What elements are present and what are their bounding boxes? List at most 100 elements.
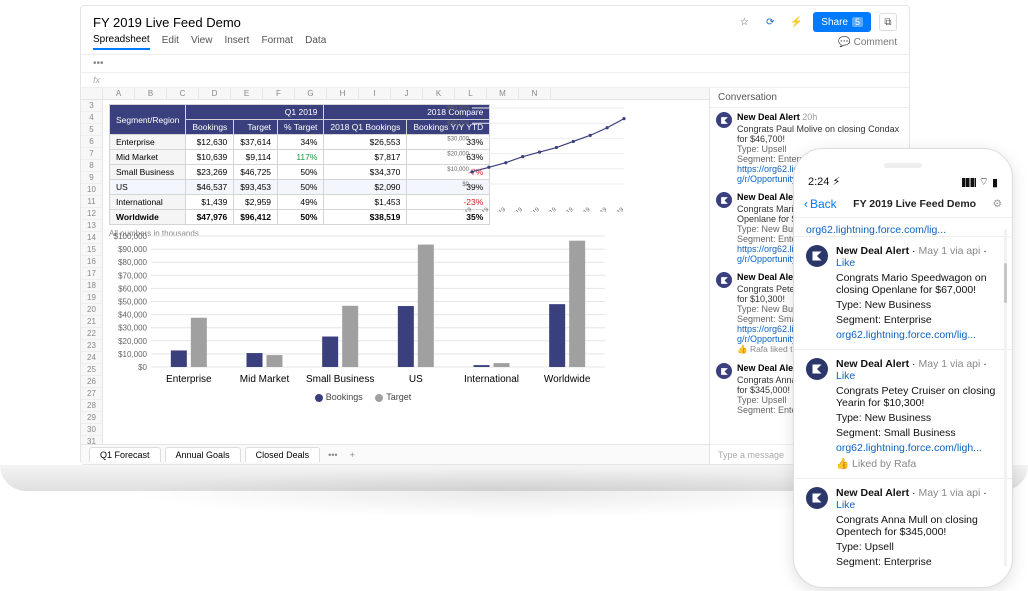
menu-view[interactable]: View <box>191 35 213 49</box>
phone-post-liked: 👍 Liked by Rafa <box>836 457 1000 470</box>
cell-target: $93,453 <box>234 180 278 195</box>
cell-2018q1: $34,370 <box>324 165 407 180</box>
document-header: FY 2019 Live Feed Demo ☆ ⟳ ⚡ Share 5 ⧉ <box>81 6 909 34</box>
svg-text:$30,000: $30,000 <box>447 136 469 142</box>
sheet-tab-q1[interactable]: Q1 Forecast <box>89 447 161 462</box>
cell-segment: US <box>110 180 186 195</box>
col-L[interactable]: L <box>455 88 487 99</box>
col-I[interactable]: I <box>359 88 391 99</box>
cell-pct: 50% <box>278 165 324 180</box>
cell-signal-icon <box>962 178 976 187</box>
svg-text:$50,000: $50,000 <box>118 298 147 307</box>
cloud-sync-icon[interactable]: ⟳ <box>761 13 779 31</box>
cell-pct: 50% <box>278 180 324 195</box>
phone-top-link[interactable]: org62.lightning.force.com/lig... <box>806 224 946 236</box>
star-icon[interactable]: ☆ <box>735 13 753 31</box>
th-segment: Segment/Region <box>110 105 186 135</box>
sheet-tab-closed[interactable]: Closed Deals <box>245 447 321 462</box>
bar-bookings <box>171 350 187 367</box>
svg-text:$0: $0 <box>462 182 469 188</box>
line-series <box>472 119 624 172</box>
phone-post: New Deal Alert · May 1 via api · LikeCon… <box>794 349 1012 478</box>
cell-bookings: $1,439 <box>186 195 234 210</box>
bar-target <box>418 245 434 367</box>
row-3[interactable]: 3 <box>81 100 102 112</box>
col-N[interactable]: N <box>519 88 551 99</box>
sheet-tab-annual[interactable]: Annual Goals <box>165 447 241 462</box>
open-external-icon[interactable]: ⧉ <box>879 13 897 31</box>
svg-text:$40,000: $40,000 <box>447 121 469 127</box>
phone-gear-icon[interactable]: ⚙︎ <box>993 198 1002 210</box>
cell-bookings: $46,537 <box>186 180 234 195</box>
menu-insert[interactable]: Insert <box>224 35 249 49</box>
col-B[interactable]: B <box>135 88 167 99</box>
post-title: New Deal Alert <box>737 272 800 282</box>
phone-post-segment: Segment: Enterprise <box>836 556 1000 568</box>
col-A[interactable]: A <box>103 88 135 99</box>
formula-bar[interactable]: fx <box>81 73 909 88</box>
svg-text:$10,000: $10,000 <box>447 167 469 173</box>
grid-body: 3 4567 891011 12131415 16171819 20212223… <box>81 100 709 444</box>
phone-time: 2:24 ⚡︎ <box>808 175 840 189</box>
menu-format[interactable]: Format <box>261 35 293 49</box>
cell-bookings: $23,269 <box>186 165 234 180</box>
cell-target: $96,412 <box>234 210 278 225</box>
bar-bookings <box>474 365 490 367</box>
phone-post-meta: May 1 via api <box>918 358 980 370</box>
menu-edit[interactable]: Edit <box>162 35 179 49</box>
svg-text:$30,000: $30,000 <box>118 324 147 333</box>
th-target: Target <box>234 120 278 135</box>
svg-text:$100,000: $100,000 <box>114 232 148 241</box>
summary-table: Segment/Region Q1 2019 2018 Compare Book… <box>109 104 490 225</box>
bolt-icon[interactable]: ⚡ <box>787 13 805 31</box>
phone-post-like[interactable]: Like <box>836 370 855 382</box>
grid-content[interactable]: Segment/Region Q1 2019 2018 Compare Book… <box>103 100 709 444</box>
cell-target: $9,114 <box>234 150 278 165</box>
cell-bookings: $10,639 <box>186 150 234 165</box>
col-G[interactable]: G <box>295 88 327 99</box>
comment-button[interactable]: 💬 Comment <box>838 37 897 48</box>
menu-data[interactable]: Data <box>305 35 326 49</box>
legend-swatch-target <box>375 394 383 402</box>
phone-post-title: New Deal Alert <box>836 245 909 257</box>
bar-target <box>267 355 283 367</box>
phone-post-link[interactable]: org62.lightning.force.com/ligh... <box>836 442 1000 454</box>
cell-2018q1: $38,519 <box>324 210 407 225</box>
col-J[interactable]: J <box>391 88 423 99</box>
toolbar-more[interactable]: ••• <box>93 58 104 69</box>
col-H[interactable]: H <box>327 88 359 99</box>
bar-target <box>569 241 585 367</box>
phone-post-like[interactable]: Like <box>836 499 855 511</box>
col-M[interactable]: M <box>487 88 519 99</box>
share-button[interactable]: Share 5 <box>813 12 871 32</box>
toolbar-row: ••• <box>81 55 909 73</box>
cell-2018q1: $2,090 <box>324 180 407 195</box>
svg-text:US: US <box>409 374 423 385</box>
add-sheet-icon[interactable]: + <box>346 450 359 460</box>
col-D[interactable]: D <box>199 88 231 99</box>
menu-spreadsheet[interactable]: Spreadsheet <box>93 34 150 50</box>
col-E[interactable]: E <box>231 88 263 99</box>
phone-back-button[interactable]: Back <box>804 197 837 211</box>
share-count: 5 <box>852 17 863 27</box>
table-row: International$1,439$2,95949%$1,453-23% <box>110 195 490 210</box>
cell-bookings: $12,630 <box>186 135 234 150</box>
svg-text:Mid Market: Mid Market <box>240 374 290 385</box>
post-time: 20h <box>802 112 817 122</box>
phone-post-avatar-icon <box>806 487 828 509</box>
laptop-app-window: FY 2019 Live Feed Demo ☆ ⟳ ⚡ Share 5 ⧉ S… <box>80 5 910 465</box>
col-C[interactable]: C <box>167 88 199 99</box>
th-group-q1: Q1 2019 <box>186 105 324 120</box>
col-F[interactable]: F <box>263 88 295 99</box>
cell-segment: Small Business <box>110 165 186 180</box>
cell-segment: Worldwide <box>110 210 186 225</box>
fx-prefix: fx <box>93 75 100 85</box>
phone-post-like[interactable]: Like <box>836 257 855 269</box>
col-K[interactable]: K <box>423 88 455 99</box>
phone-post-text: Congrats Anna Mull on closing Opentech f… <box>836 514 1000 538</box>
phone-post-link[interactable]: org62.lightning.force.com/lig... <box>836 329 1000 341</box>
phone-post-avatar-icon <box>806 358 828 380</box>
phone-scrollbar[interactable] <box>1004 229 1007 567</box>
cell-target: $37,614 <box>234 135 278 150</box>
post-avatar-icon <box>716 272 732 288</box>
